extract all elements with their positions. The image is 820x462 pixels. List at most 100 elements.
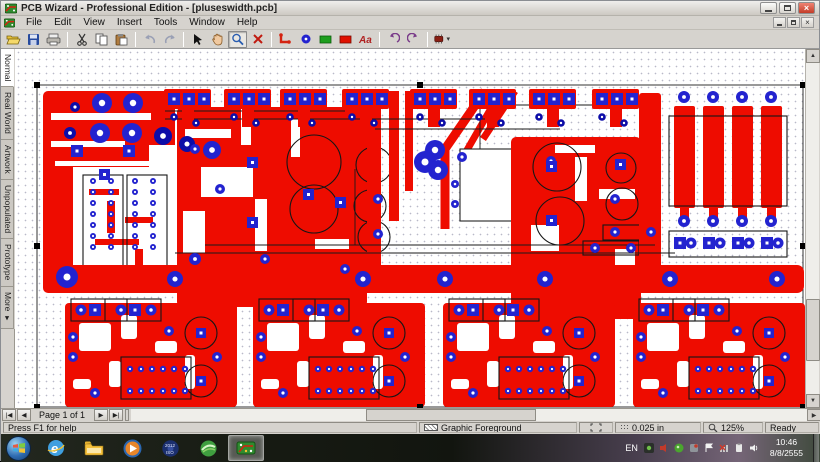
rotate-left-button[interactable] [384,31,403,48]
redo-button[interactable] [160,31,179,48]
place-pad-button[interactable] [296,31,315,48]
page-bar: |◀ ◀ Page 1 of 1 ▶ ▶| ▶ [1,408,820,421]
status-selection [579,422,613,433]
place-text-button[interactable]: Aa [356,31,375,48]
place-component-silk-button[interactable] [316,31,335,48]
app-tray-icon[interactable] [644,443,655,454]
restore-button[interactable] [779,2,796,14]
prev-page-button[interactable]: ◀ [17,409,31,421]
magnifier-icon [231,33,244,46]
paste-button[interactable] [112,31,131,48]
status-grid[interactable]: 0.025 in [615,422,701,433]
pcb-module[interactable] [443,299,615,407]
cut-button[interactable] [72,31,91,48]
magnifier-icon [708,423,718,433]
horizontal-scrollbar[interactable] [131,409,807,422]
component-library-button[interactable]: ▾ [432,31,451,48]
menu-help[interactable]: Help [231,16,264,29]
pcb-canvas[interactable] [15,49,805,408]
tab-normal[interactable]: Normal [1,49,14,87]
open-button[interactable] [4,31,23,48]
scroll-right-button[interactable]: ▶ [807,409,820,421]
clipboard-icon[interactable] [734,443,745,454]
child-close-button[interactable]: × [801,17,814,28]
start-button[interactable] [6,436,31,461]
system-tray: EN 10:46 8/8/2555 [625,434,820,462]
menu-edit[interactable]: Edit [48,16,77,29]
menu-view[interactable]: View [77,16,111,29]
volume-red-icon[interactable] [659,443,670,454]
toolbar: Aa ▾ [1,30,819,49]
scroll-up-button[interactable]: ▲ [806,49,820,63]
pcb-drawing[interactable] [15,49,805,408]
tab-prototype[interactable]: Prototype [1,239,14,286]
taskbar-item-pcb-wizard[interactable] [228,435,264,461]
save-button[interactable] [24,31,43,48]
speaker-icon[interactable] [749,443,760,454]
media-player-icon [123,439,142,458]
place-copper-area-button[interactable] [336,31,355,48]
updater-icon[interactable] [689,443,700,454]
layer-swatch-icon [424,424,438,431]
window-title: PCB Wizard - Professional Edition - [plu… [21,3,277,14]
show-desktop-button[interactable] [813,434,819,462]
menu-insert[interactable]: Insert [111,16,148,29]
taskbar-item-media-player[interactable] [114,435,150,461]
taskbar-item-internet-explorer[interactable]: e [38,435,74,461]
tab-more[interactable]: More ▾ [1,287,14,330]
terminal-block[interactable] [592,89,639,127]
pcb-module[interactable] [253,299,425,407]
child-minimize-button[interactable] [773,17,786,28]
undo-button[interactable] [140,31,159,48]
tray-clock[interactable]: 10:46 8/8/2555 [764,437,809,458]
green-tray-app-icon[interactable] [674,443,685,454]
document-icon [4,18,15,28]
status-zoom[interactable]: 125% [703,422,763,433]
grid-icon [620,424,629,431]
pcb-module[interactable] [65,299,237,407]
tab-unpopulated[interactable]: Unpopulated [1,180,14,239]
horizontal-scroll-thumb[interactable] [366,409,536,421]
first-page-button[interactable]: |◀ [2,409,16,421]
vertical-scrollbar[interactable]: ▲ ▼ [805,49,819,408]
status-state-text: Ready [770,423,796,433]
language-indicator[interactable]: EN [625,443,640,453]
svg-text:e: e [51,441,58,456]
pcb-module[interactable] [633,299,805,407]
select-tool-button[interactable] [188,31,207,48]
terminal-block[interactable] [469,89,516,127]
app-icon [5,3,17,14]
terminal-block[interactable] [529,89,576,127]
taskbar-item-green-app[interactable] [190,435,226,461]
minimize-button[interactable] [760,2,777,14]
close-button[interactable]: × [798,2,815,14]
network-offline-icon[interactable] [719,443,730,454]
menu-file[interactable]: File [20,16,48,29]
child-restore-button[interactable] [787,17,800,28]
pcb-wizard-icon [235,440,257,456]
menu-window[interactable]: Window [183,16,231,29]
terminal-block[interactable] [410,89,457,127]
rotate-right-button[interactable] [404,31,423,48]
delete-tool-button[interactable] [248,31,267,48]
status-layer[interactable]: Graphic Foreground [419,422,577,433]
place-track-button[interactable] [276,31,295,48]
last-page-button[interactable]: ▶| [109,409,123,421]
zoom-tool-button[interactable] [228,31,247,48]
taskbar-item-disc-app[interactable]: 2012ISO [152,435,188,461]
scroll-down-button[interactable]: ▼ [806,394,820,408]
tab-artwork[interactable]: Artwork [1,140,14,180]
text-tool-icon: Aa [358,33,373,45]
next-page-button[interactable]: ▶ [94,409,108,421]
copy-button[interactable] [92,31,111,48]
print-button[interactable] [44,31,63,48]
pan-tool-button[interactable] [208,31,227,48]
action-center-flag-icon[interactable] [704,443,715,454]
right-power-bars[interactable] [669,91,787,257]
menu-tools[interactable]: Tools [148,16,183,29]
view-tabstrip: Normal Real World Artwork Unpopulated Pr… [1,49,15,408]
tab-real-world[interactable]: Real World [1,87,14,140]
taskbar-item-file-explorer[interactable] [76,435,112,461]
vertical-scroll-thumb[interactable] [806,299,820,361]
pane-splitter[interactable] [125,409,129,421]
